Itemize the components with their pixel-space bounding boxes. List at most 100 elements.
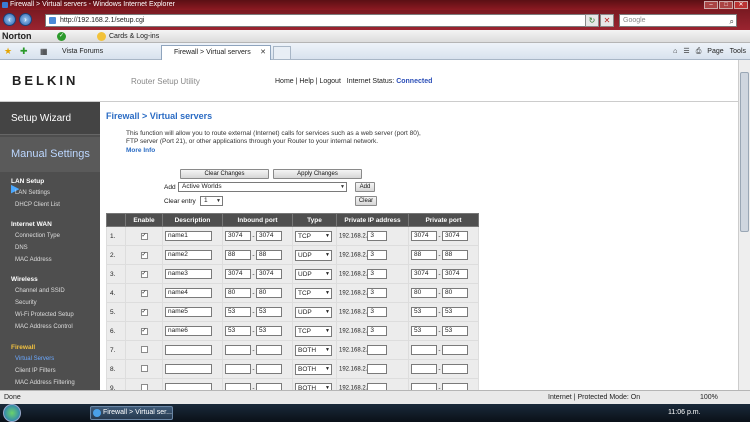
description-input[interactable]: name6 — [165, 326, 212, 336]
inbound-port-end-input[interactable]: 80 — [256, 288, 282, 298]
private-port-end-input[interactable]: 53 — [442, 307, 468, 317]
clear-changes-button[interactable]: Clear Changes — [180, 169, 269, 179]
private-port-start-input[interactable] — [411, 383, 437, 390]
private-ip-input[interactable]: 3 — [367, 288, 388, 298]
sidebar-item-lan-settings[interactable]: LAN Settings — [15, 190, 50, 196]
forward-button[interactable]: › — [19, 13, 32, 26]
apply-changes-button[interactable]: Apply Changes — [273, 169, 362, 179]
type-select[interactable]: TCP ▼ — [295, 230, 332, 242]
refresh-button[interactable]: ↻ — [585, 14, 599, 27]
private-port-start-input[interactable]: 80 — [411, 288, 437, 298]
scroll-thumb[interactable] — [740, 72, 749, 232]
add-button[interactable]: Add — [355, 182, 375, 192]
norton-logo[interactable]: Norton — [2, 30, 32, 43]
cards-logins-button[interactable]: Cards & Log-ins — [97, 30, 159, 43]
private-port-end-input[interactable]: 3074 — [442, 231, 468, 241]
private-port-end-input[interactable] — [442, 345, 468, 355]
type-select[interactable]: UDP ▼ — [295, 268, 332, 280]
inbound-port-end-input[interactable] — [256, 345, 282, 355]
sidebar-item-mac-control[interactable]: MAC Address Control — [15, 324, 73, 330]
sidebar-item-security[interactable]: Security — [15, 300, 37, 306]
private-port-start-input[interactable] — [411, 364, 437, 374]
feeds-icon[interactable]: ☰ — [683, 43, 689, 60]
enable-checkbox[interactable]: ✓ — [140, 271, 148, 278]
private-port-end-input[interactable]: 53 — [442, 326, 468, 336]
tab-active[interactable]: Firewall > Virtual servers ✕ — [161, 45, 271, 60]
search-input[interactable]: Google ⌕ — [619, 14, 737, 27]
inbound-port-end-input[interactable] — [256, 364, 282, 374]
description-input[interactable] — [165, 345, 212, 355]
private-port-start-input[interactable]: 3074 — [411, 231, 437, 241]
private-ip-input[interactable] — [367, 364, 388, 374]
sidebar-item-mac-address[interactable]: MAC Address — [15, 257, 52, 263]
inbound-port-start-input[interactable]: 3074 — [225, 269, 251, 279]
enable-checkbox[interactable] — [140, 364, 148, 372]
add-favorites-icon[interactable]: ✚ — [20, 43, 28, 60]
tools-menu[interactable]: Tools — [730, 43, 746, 60]
private-port-end-input[interactable]: 88 — [442, 250, 468, 260]
inbound-port-start-input[interactable]: 88 — [225, 250, 251, 260]
enable-checkbox[interactable]: ✓ — [140, 252, 148, 259]
search-icon[interactable]: ⌕ — [730, 16, 734, 27]
private-port-start-input[interactable]: 53 — [411, 307, 437, 317]
minimize-button[interactable]: – — [704, 1, 718, 9]
inbound-port-start-input[interactable] — [225, 364, 251, 374]
inbound-port-start-input[interactable]: 3074 — [225, 231, 251, 241]
inbound-port-start-input[interactable]: 80 — [225, 288, 251, 298]
private-port-start-input[interactable]: 88 — [411, 250, 437, 260]
inbound-port-end-input[interactable]: 88 — [256, 250, 282, 260]
close-window-button[interactable]: ✕ — [734, 1, 748, 9]
private-port-end-input[interactable] — [442, 383, 468, 390]
quick-tabs-icon[interactable]: ▦ — [40, 43, 48, 60]
description-input[interactable]: name3 — [165, 269, 212, 279]
nav-links[interactable]: Home | Help | Logout — [275, 78, 341, 85]
sidebar-item-virtual-servers[interactable]: Virtual Servers — [15, 356, 54, 362]
add-service-select[interactable]: Active Worlds ▼ — [178, 182, 347, 192]
sidebar-item-dns[interactable]: DNS — [15, 245, 28, 251]
inbound-port-start-input[interactable]: 53 — [225, 307, 251, 317]
inbound-port-end-input[interactable] — [256, 383, 282, 390]
inbound-port-start-input[interactable] — [225, 345, 251, 355]
type-select[interactable]: BOTH ▼ — [295, 382, 332, 390]
inbound-port-end-input[interactable]: 3074 — [256, 231, 282, 241]
back-button[interactable]: ‹ — [3, 13, 16, 26]
description-input[interactable]: name1 — [165, 231, 212, 241]
start-button[interactable] — [3, 404, 21, 422]
clear-entry-select[interactable]: 1 ▼ — [200, 196, 223, 206]
clear-button[interactable]: Clear — [355, 196, 377, 206]
taskbar-item-ie[interactable]: Firewall > Virtual ser... — [90, 406, 173, 420]
description-input[interactable] — [165, 383, 212, 390]
type-select[interactable]: TCP ▼ — [295, 287, 332, 299]
maximize-button[interactable]: □ — [719, 1, 733, 9]
setup-wizard-link[interactable]: Setup Wizard — [0, 102, 100, 135]
private-port-start-input[interactable] — [411, 345, 437, 355]
inbound-port-start-input[interactable] — [225, 383, 251, 390]
type-select[interactable]: UDP ▼ — [295, 249, 332, 261]
zoom-level[interactable]: 100% — [700, 391, 718, 404]
inbound-port-end-input[interactable]: 3074 — [256, 269, 282, 279]
sidebar-item-wps[interactable]: Wi-Fi Protected Setup — [15, 312, 74, 318]
type-select[interactable]: BOTH ▼ — [295, 363, 332, 375]
enable-checkbox[interactable]: ✓ — [140, 309, 148, 316]
private-port-start-input[interactable]: 3074 — [411, 269, 437, 279]
private-port-end-input[interactable] — [442, 364, 468, 374]
enable-checkbox[interactable]: ✓ — [140, 328, 148, 335]
favorites-star-icon[interactable]: ★ — [4, 43, 12, 60]
stop-button[interactable]: ✕ — [600, 14, 614, 27]
description-input[interactable] — [165, 364, 212, 374]
inbound-port-start-input[interactable]: 53 — [225, 326, 251, 336]
enable-checkbox[interactable]: ✓ — [140, 233, 148, 240]
new-tab-button[interactable] — [273, 46, 291, 59]
sidebar-item-dhcp[interactable]: DHCP Client List — [15, 202, 60, 208]
private-port-end-input[interactable]: 80 — [442, 288, 468, 298]
home-icon[interactable]: ⌂ — [673, 43, 677, 60]
type-select[interactable]: UDP ▼ — [295, 306, 332, 318]
page-menu[interactable]: Page — [707, 43, 723, 60]
print-icon[interactable]: ⎙ — [696, 43, 702, 60]
vertical-scrollbar[interactable] — [738, 60, 750, 390]
private-port-start-input[interactable]: 53 — [411, 326, 437, 336]
sidebar-item-mac-filtering[interactable]: MAC Address Filtering — [15, 380, 75, 386]
private-ip-input[interactable] — [367, 345, 388, 355]
private-ip-input[interactable]: 3 — [367, 250, 388, 260]
more-info-link[interactable]: More Info — [126, 147, 155, 154]
